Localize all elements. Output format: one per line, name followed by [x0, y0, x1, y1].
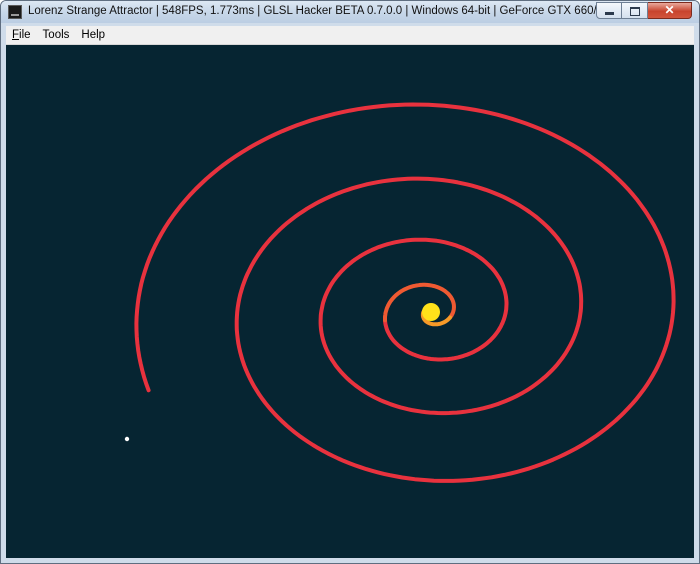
minimize-button[interactable]	[596, 2, 622, 19]
maximize-button[interactable]	[622, 2, 648, 19]
close-button[interactable]: ✕	[648, 2, 692, 19]
menu-file-label: ile	[19, 29, 31, 41]
maximize-icon	[630, 7, 640, 16]
attractor-core	[422, 303, 440, 321]
render-viewport[interactable]	[6, 45, 694, 558]
app-window: Lorenz Strange Attractor | 548FPS, 1.773…	[0, 0, 700, 564]
menu-tools-label: Tools	[42, 29, 70, 41]
trajectory-particle	[124, 436, 130, 442]
window-title: Lorenz Strange Attractor | 548FPS, 1.773…	[28, 5, 655, 17]
menu-help-label: Help	[81, 29, 106, 41]
close-icon: ✕	[664, 3, 675, 17]
menu-bar: File Tools Help	[6, 26, 694, 45]
app-icon[interactable]	[8, 5, 22, 19]
lorenz-attractor-view	[124, 102, 676, 483]
attractor-trajectory	[134, 102, 676, 483]
menu-help[interactable]: Help	[75, 26, 111, 44]
menu-file-accel: F	[12, 29, 20, 41]
caption-buttons: ✕	[596, 2, 692, 20]
menu-file[interactable]: File	[6, 26, 37, 44]
menu-tools[interactable]: Tools	[37, 26, 76, 44]
attractor-trajectory-mid	[383, 282, 457, 323]
title-bar[interactable]: Lorenz Strange Attractor | 548FPS, 1.773…	[1, 1, 699, 23]
minimize-icon	[605, 12, 614, 15]
